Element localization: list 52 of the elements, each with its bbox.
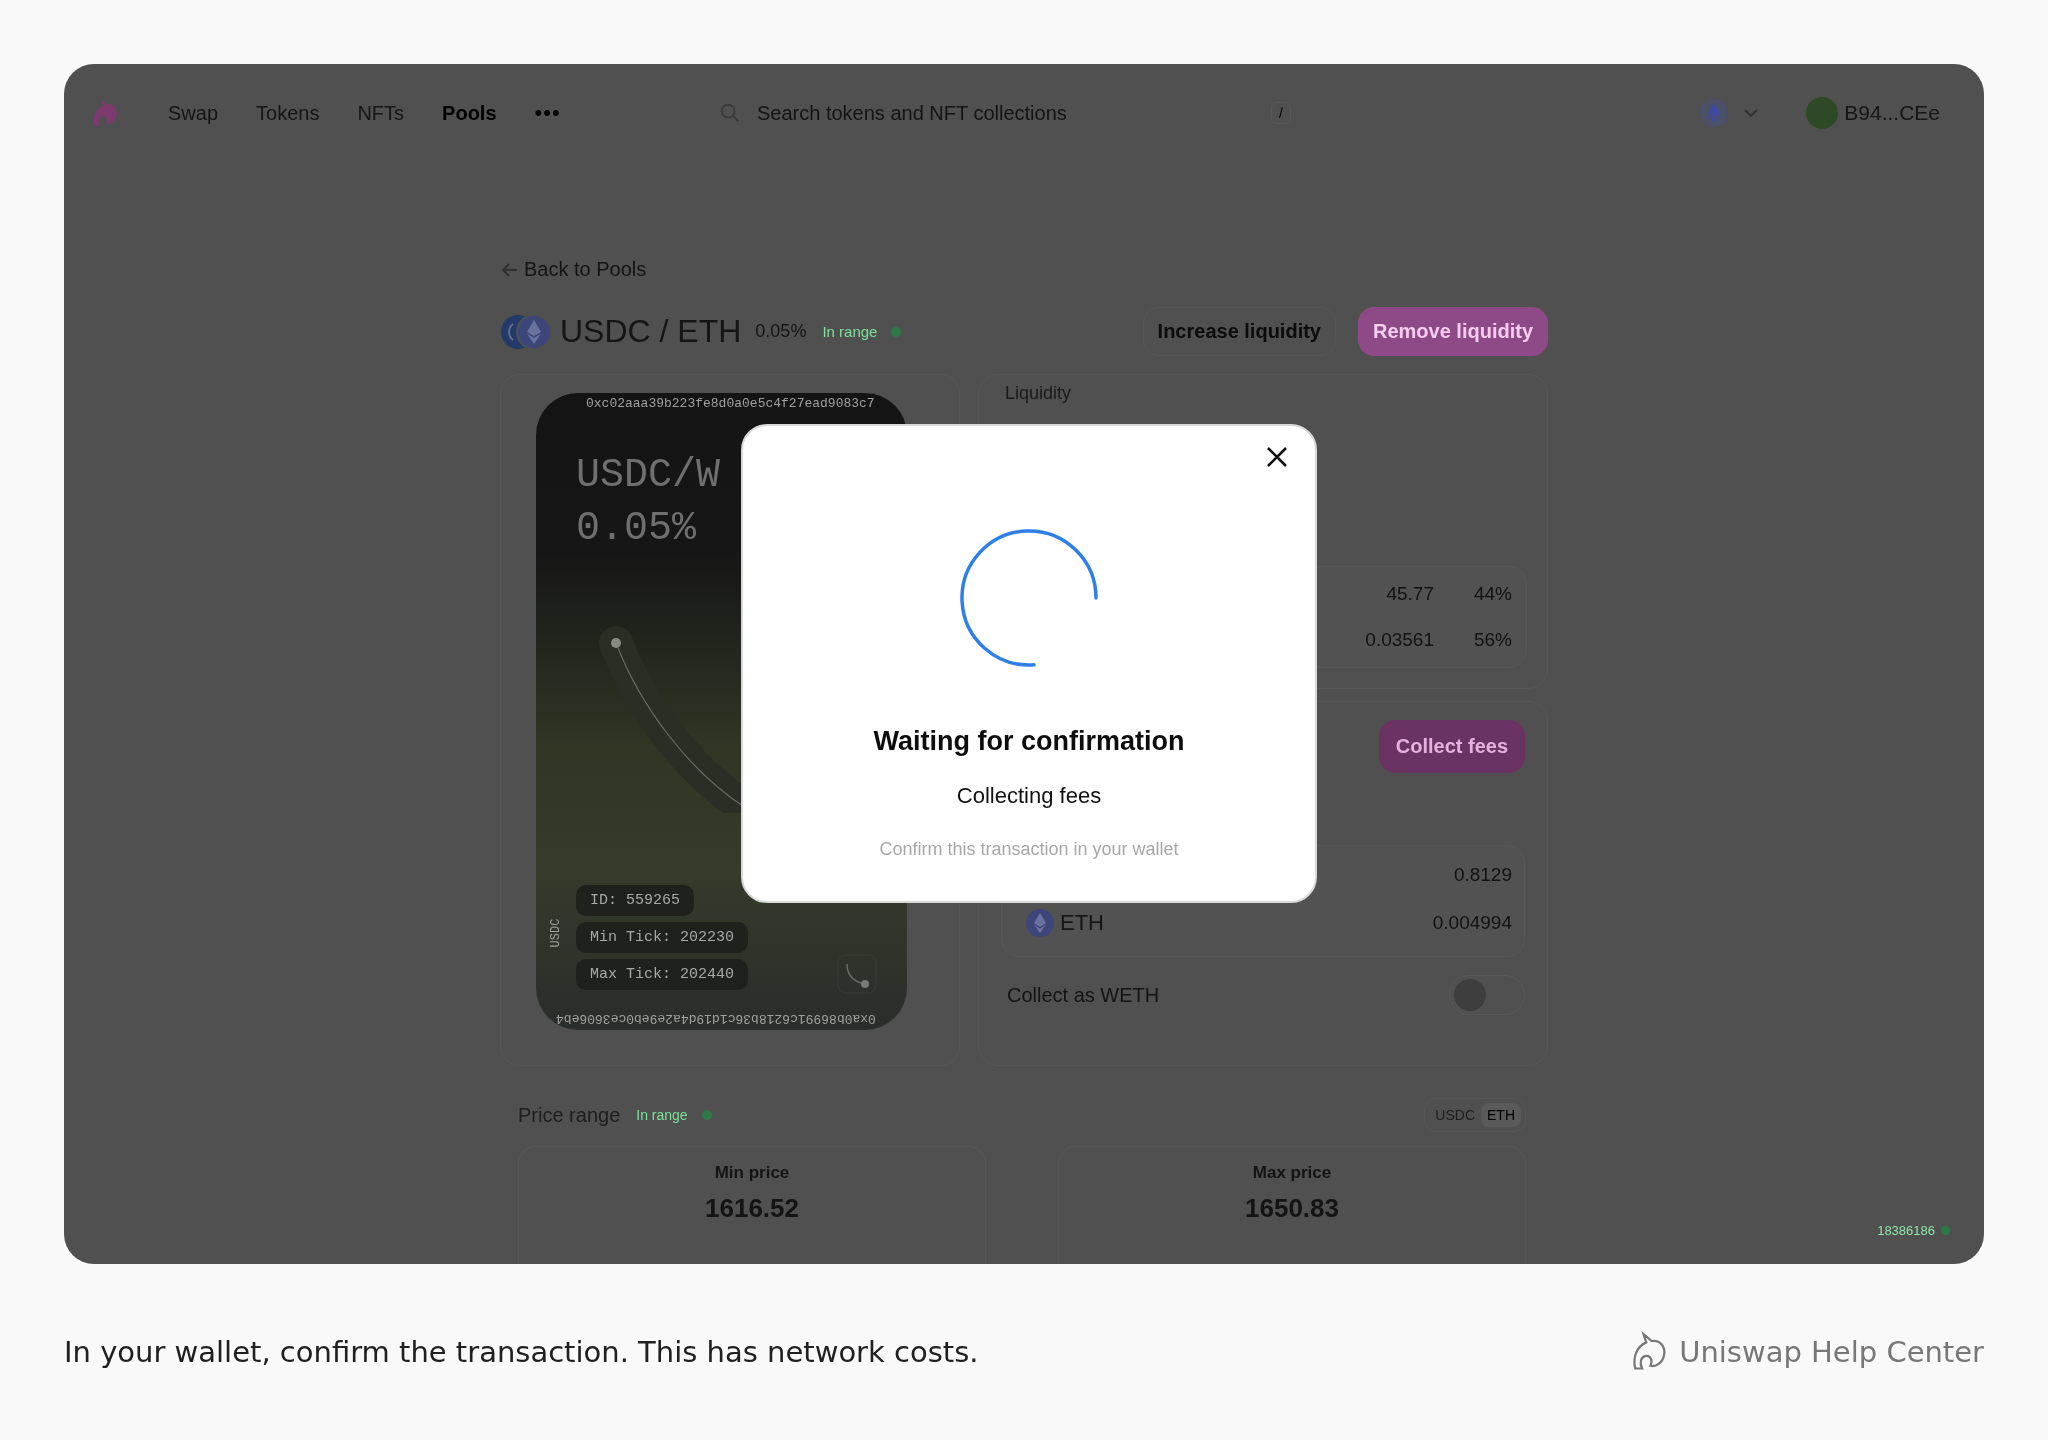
price-label: Max price (1252, 1163, 1332, 1183)
account-button[interactable]: B94...CEe (1806, 97, 1940, 129)
price-value: 1616.52 (705, 1193, 799, 1224)
shortcut-key: / (1271, 102, 1291, 124)
fee-amount: 0.004994 (1432, 912, 1512, 934)
dialog-hint: Confirm this transaction in your wallet (879, 839, 1179, 860)
fee-amount: 0.8129 (1453, 864, 1512, 886)
dialog-subtitle: Collecting fees (956, 783, 1102, 809)
tick-badge: Min Tick: 202230 (576, 922, 749, 953)
nft-fee-label: 0.05% (576, 506, 697, 551)
more-button[interactable]: ••• (534, 100, 561, 126)
range-status: In range (636, 1107, 688, 1123)
token-pair-icon (500, 313, 552, 350)
share-percent: 56% (1472, 629, 1512, 651)
contract-address: 0xc02aaa39b223fe8d0a0e5c4f27ead9083c7 (586, 396, 875, 411)
tick-badge: ID: 559265 (576, 885, 694, 916)
token-side-label: USDC (549, 918, 564, 948)
avatar-icon (1806, 97, 1839, 129)
share-percent: 44% (1472, 583, 1512, 605)
network-selector[interactable] (1700, 99, 1761, 127)
caption-text: In your wallet, confirm the transaction. This has network costs. (64, 1335, 979, 1369)
token-symbol: ETH (1060, 910, 1104, 936)
range-status: In range (822, 323, 878, 340)
price-value: 1650.83 (1245, 1193, 1339, 1224)
nft-pair-label: USDC/W (576, 453, 721, 498)
contract-address: 0xa0b86991c6218b36c1d19d4a2e9eb0ce3606eb4 (556, 1011, 876, 1026)
nav-tab[interactable]: Swap (168, 101, 219, 125)
search-field[interactable]: Search tokens and NFT collections (755, 100, 1258, 126)
liquidity-button[interactable]: Increase liquidity (1142, 307, 1336, 356)
collect-fees-button[interactable]: Collect fees (1378, 720, 1525, 773)
collect-as-weth-label: Collect as WETH (1007, 983, 1160, 1007)
fee-label: 0.05% (755, 321, 807, 342)
nav-tab[interactable]: Tokens (256, 101, 320, 125)
price-label: Min price (714, 1163, 790, 1183)
pair-title: USDC / ETH (560, 313, 742, 350)
tick-badge: Max Tick: 202440 (576, 959, 749, 990)
curve-icon (837, 954, 877, 994)
loading-spinner-icon (959, 528, 1099, 668)
toggle-switch[interactable] (1449, 975, 1525, 1015)
dialog-title: Waiting for confirmation (873, 726, 1185, 757)
ethereum-icon (1700, 99, 1729, 127)
ethereum-icon (1026, 909, 1054, 937)
block-number: 18386186 (1877, 1223, 1935, 1238)
token-amount: 0.03561 (1365, 629, 1434, 651)
help-center-link[interactable]: Uniswap Help Center (1627, 1330, 1984, 1374)
token-amount: 45.77 (1386, 583, 1434, 605)
status-dot (1941, 1226, 1950, 1235)
back-link[interactable]: Back to Pools (500, 258, 647, 281)
nav-tab[interactable]: Pools (442, 101, 497, 125)
liquidity-button[interactable]: Remove liquidity (1357, 307, 1548, 356)
unit-option[interactable]: ETH (1481, 1103, 1521, 1127)
nav-tab[interactable]: NFTs (357, 101, 405, 125)
